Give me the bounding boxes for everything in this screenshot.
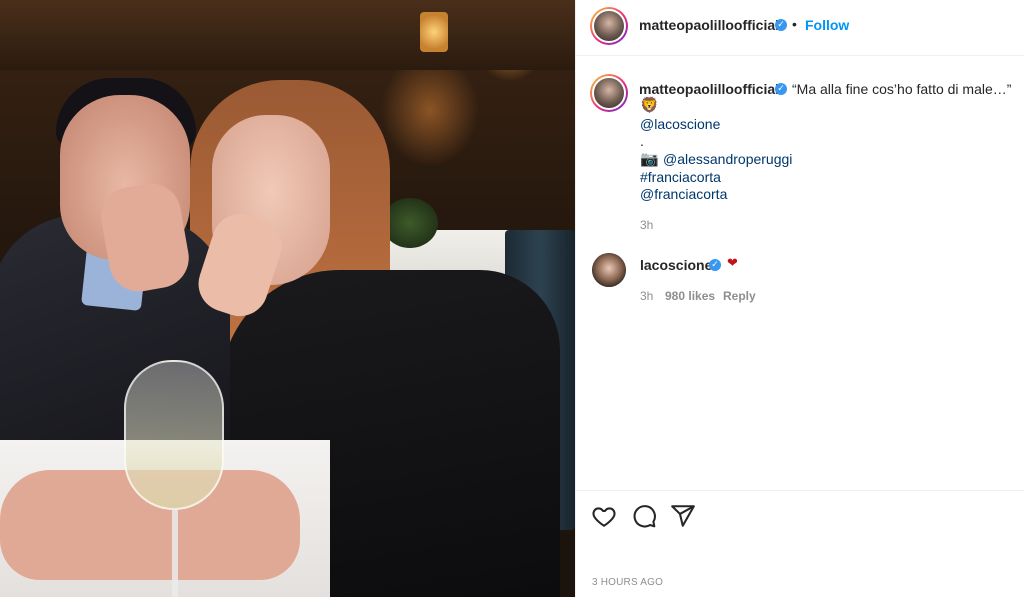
mention-alessandroperuggi[interactable]: @alessandroperuggi (663, 151, 792, 167)
heart-icon[interactable] (591, 503, 617, 529)
comment-time[interactable]: 3h (640, 289, 653, 303)
mention-lacoscione[interactable]: @lacoscione (640, 116, 720, 132)
photo-glass-stem (172, 508, 178, 597)
caption-quote: “Ma alla fine cos’ho fatto di male…” (792, 81, 1012, 97)
post-header: matteopaolilloofficial ✓ • Follow (576, 0, 1024, 56)
share-icon[interactable] (670, 503, 696, 529)
actions-divider (576, 490, 1024, 491)
post-photo[interactable] (0, 0, 575, 597)
mention-franciacorta[interactable]: @franciacorta (640, 186, 727, 202)
comment-icon[interactable] (631, 503, 657, 529)
photo-wine-glass (124, 360, 224, 510)
commenter-username[interactable]: lacoscione (640, 257, 712, 273)
comment-reply-button[interactable]: Reply (723, 289, 756, 303)
photo-ceiling (0, 0, 575, 70)
caption-verified-icon: ✓ (775, 83, 787, 95)
commenter-avatar[interactable] (592, 253, 626, 287)
follow-button[interactable]: Follow (805, 17, 849, 33)
post-side-panel: matteopaolilloofficial ✓ • Follow matteo… (575, 0, 1024, 597)
caption-dot-line: . (640, 133, 644, 149)
caption-username[interactable]: matteopaolilloofficial (639, 81, 779, 97)
heart-emoji-icon: ❤ (727, 256, 738, 271)
camera-emoji-icon: 📷 (640, 150, 659, 168)
photo-plant (382, 198, 438, 248)
lion-emoji-icon: 🦁 (640, 96, 659, 114)
separator-dot: • (792, 16, 797, 32)
photo-lamp (420, 12, 448, 52)
author-avatar[interactable] (590, 7, 628, 45)
hashtag-franciacorta[interactable]: #franciacorta (640, 169, 721, 185)
post-timestamp[interactable]: 3 HOURS AGO (592, 577, 663, 588)
author-username[interactable]: matteopaolilloofficial (639, 17, 779, 33)
comment-likes[interactable]: 980 likes (665, 289, 715, 303)
caption-author-avatar[interactable] (590, 74, 628, 112)
verified-icon: ✓ (775, 19, 787, 31)
commenter-verified-icon: ✓ (709, 259, 721, 271)
caption-time[interactable]: 3h (640, 218, 653, 232)
